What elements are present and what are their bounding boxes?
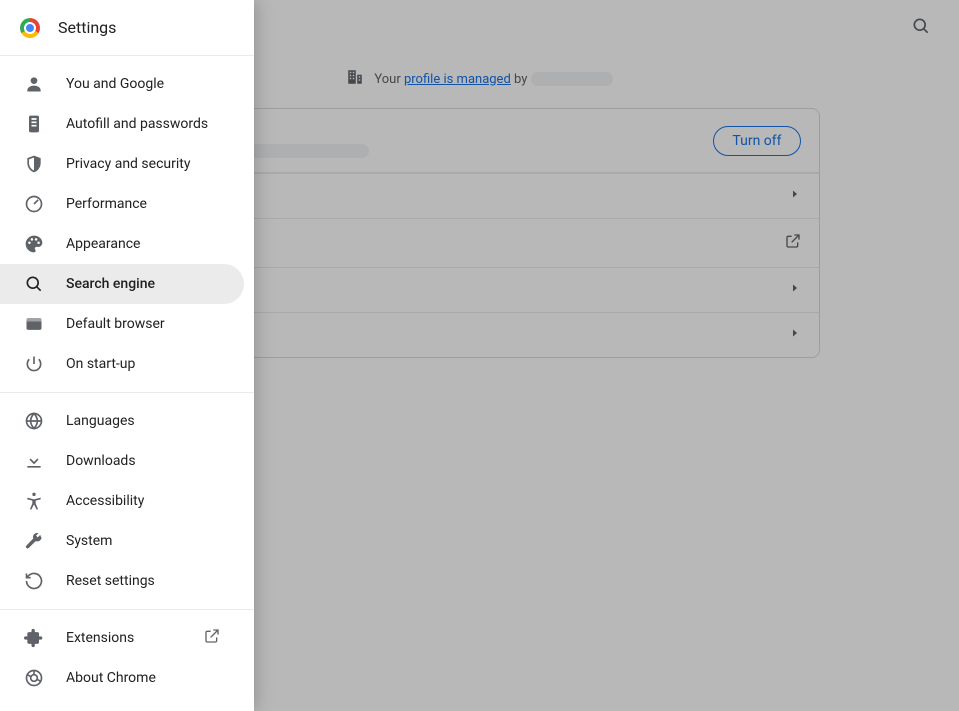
sidebar-item-performance[interactable]: Performance: [0, 184, 244, 224]
globe-icon: [24, 411, 44, 431]
wrench-icon: [24, 531, 44, 551]
sidebar-item-reset[interactable]: Reset settings: [0, 561, 244, 601]
sidebar-item-about[interactable]: About Chrome: [0, 658, 244, 698]
download-icon: [24, 451, 44, 471]
sidebar-item-label: On start-up: [66, 356, 220, 372]
sidebar-item-label: Reset settings: [66, 573, 220, 589]
sidebar-item-label: Privacy and security: [66, 156, 220, 172]
browser-icon: [24, 314, 44, 334]
sidebar-item-label: Default browser: [66, 316, 220, 332]
sidebar-item-search-engine[interactable]: Search engine: [0, 264, 244, 304]
sidebar-item-autofill[interactable]: Autofill and passwords: [0, 104, 244, 144]
sidebar-item-system[interactable]: System: [0, 521, 244, 561]
sidebar-item-on-startup[interactable]: On start-up: [0, 344, 244, 384]
sidebar-item-label: Autofill and passwords: [66, 116, 220, 132]
chrome-outline-icon: [24, 668, 44, 688]
sidebar-item-label: Search engine: [66, 276, 220, 292]
sidebar-item-label: Downloads: [66, 453, 220, 469]
open-external-icon: [204, 628, 220, 648]
sidebar-item-accessibility[interactable]: Accessibility: [0, 481, 244, 521]
extension-icon: [24, 628, 44, 648]
sidebar-section-2: Languages Downloads Accessibility System…: [0, 393, 254, 609]
sidebar-header: Settings: [0, 0, 254, 56]
chrome-logo-icon: [20, 18, 40, 38]
reset-icon: [24, 571, 44, 591]
sidebar-item-you-and-google[interactable]: You and Google: [0, 64, 244, 104]
sidebar-item-label: Performance: [66, 196, 220, 212]
sidebar-item-default-browser[interactable]: Default browser: [0, 304, 244, 344]
sidebar-item-downloads[interactable]: Downloads: [0, 441, 244, 481]
sidebar-item-label: Extensions: [66, 630, 190, 646]
sidebar-item-label: Accessibility: [66, 493, 220, 509]
sidebar-item-label: System: [66, 533, 220, 549]
sidebar-section-1: You and Google Autofill and passwords Pr…: [0, 56, 254, 392]
sidebar-item-label: About Chrome: [66, 670, 220, 686]
sidebar-section-3: Extensions About Chrome: [0, 610, 254, 706]
sidebar-item-extensions[interactable]: Extensions: [0, 618, 244, 658]
power-icon: [24, 354, 44, 374]
palette-icon: [24, 234, 44, 254]
person-icon: [24, 74, 44, 94]
sidebar-item-label: You and Google: [66, 76, 220, 92]
sidebar-item-appearance[interactable]: Appearance: [0, 224, 244, 264]
shield-icon: [24, 154, 44, 174]
sidebar-title: Settings: [58, 18, 116, 37]
speed-icon: [24, 194, 44, 214]
sidebar-item-label: Languages: [66, 413, 220, 429]
accessibility-icon: [24, 491, 44, 511]
sidebar-item-languages[interactable]: Languages: [0, 401, 244, 441]
settings-sidebar: Settings You and Google Autofill and pas…: [0, 0, 254, 711]
clipboard-icon: [24, 114, 44, 134]
sidebar-item-privacy[interactable]: Privacy and security: [0, 144, 244, 184]
search-icon: [24, 274, 44, 294]
sidebar-item-label: Appearance: [66, 236, 220, 252]
